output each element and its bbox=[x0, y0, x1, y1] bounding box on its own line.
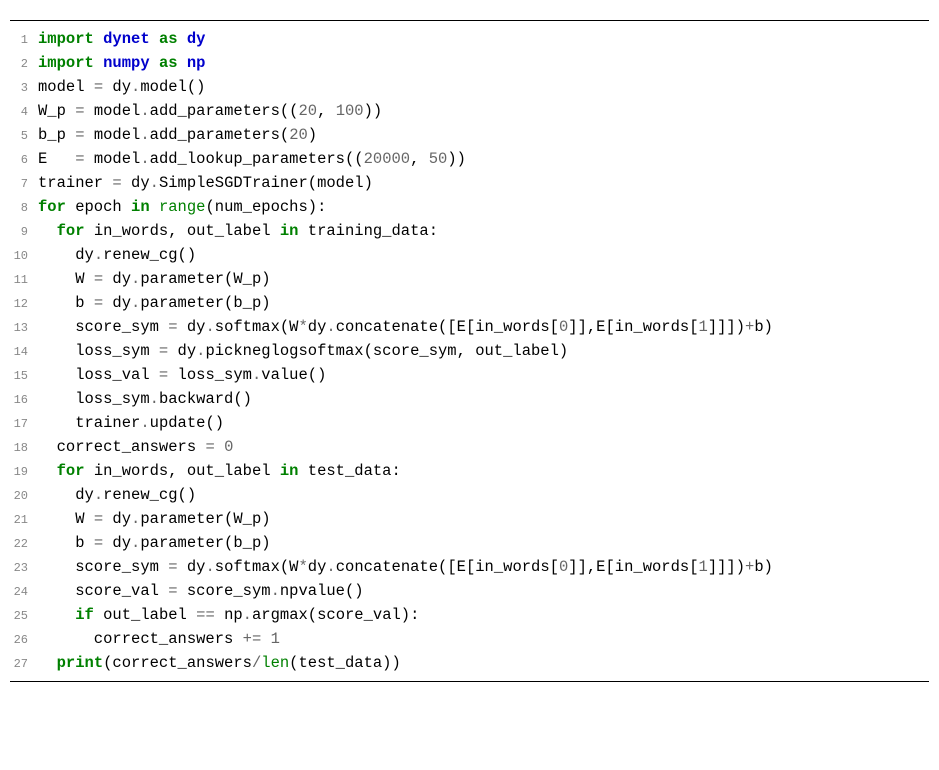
code-content: E = model.add_lookup_parameters((20000, … bbox=[38, 147, 929, 171]
code-line: 4W_p = model.add_parameters((20, 100)) bbox=[10, 99, 929, 123]
line-number: 17 bbox=[10, 415, 38, 434]
line-number: 25 bbox=[10, 607, 38, 626]
code-content: score_sym = dy.softmax(W*dy.concatenate(… bbox=[38, 315, 929, 339]
line-number: 1 bbox=[10, 31, 38, 50]
code-line: 14 loss_sym = dy.pickneglogsoftmax(score… bbox=[10, 339, 929, 363]
code-line: 22 b = dy.parameter(b_p) bbox=[10, 531, 929, 555]
code-line: 21 W = dy.parameter(W_p) bbox=[10, 507, 929, 531]
line-number: 7 bbox=[10, 175, 38, 194]
line-number: 13 bbox=[10, 319, 38, 338]
code-line: 7trainer = dy.SimpleSGDTrainer(model) bbox=[10, 171, 929, 195]
line-number: 8 bbox=[10, 199, 38, 218]
line-number: 27 bbox=[10, 655, 38, 674]
code-content: correct_answers += 1 bbox=[38, 627, 929, 651]
code-line: 24 score_val = score_sym.npvalue() bbox=[10, 579, 929, 603]
code-content: for in_words, out_label in test_data: bbox=[38, 459, 929, 483]
line-number: 26 bbox=[10, 631, 38, 650]
code-content: score_val = score_sym.npvalue() bbox=[38, 579, 929, 603]
code-content: import dynet as dy bbox=[38, 27, 929, 51]
line-number: 23 bbox=[10, 559, 38, 578]
code-content: loss_sym.backward() bbox=[38, 387, 929, 411]
line-number: 18 bbox=[10, 439, 38, 458]
line-number: 10 bbox=[10, 247, 38, 266]
line-number: 2 bbox=[10, 55, 38, 74]
code-line: 10 dy.renew_cg() bbox=[10, 243, 929, 267]
code-line: 26 correct_answers += 1 bbox=[10, 627, 929, 651]
code-line: 5b_p = model.add_parameters(20) bbox=[10, 123, 929, 147]
line-number: 3 bbox=[10, 79, 38, 98]
line-number: 14 bbox=[10, 343, 38, 362]
code-content: W = dy.parameter(W_p) bbox=[38, 267, 929, 291]
code-content: import numpy as np bbox=[38, 51, 929, 75]
code-content: dy.renew_cg() bbox=[38, 243, 929, 267]
code-content: for epoch in range(num_epochs): bbox=[38, 195, 929, 219]
code-line: 27 print(correct_answers/len(test_data)) bbox=[10, 651, 929, 675]
code-line: 16 loss_sym.backward() bbox=[10, 387, 929, 411]
code-content: b_p = model.add_parameters(20) bbox=[38, 123, 929, 147]
line-number: 16 bbox=[10, 391, 38, 410]
code-content: loss_sym = dy.pickneglogsoftmax(score_sy… bbox=[38, 339, 929, 363]
code-line: 20 dy.renew_cg() bbox=[10, 483, 929, 507]
line-number: 15 bbox=[10, 367, 38, 386]
code-content: for in_words, out_label in training_data… bbox=[38, 219, 929, 243]
code-line: 12 b = dy.parameter(b_p) bbox=[10, 291, 929, 315]
line-number: 6 bbox=[10, 151, 38, 170]
line-number: 20 bbox=[10, 487, 38, 506]
line-number: 21 bbox=[10, 511, 38, 530]
code-content: b = dy.parameter(b_p) bbox=[38, 531, 929, 555]
code-content: correct_answers = 0 bbox=[38, 435, 929, 459]
code-content: if out_label == np.argmax(score_val): bbox=[38, 603, 929, 627]
code-line: 1import dynet as dy bbox=[10, 27, 929, 51]
code-line: 19 for in_words, out_label in test_data: bbox=[10, 459, 929, 483]
line-number: 19 bbox=[10, 463, 38, 482]
code-line: 23 score_sym = dy.softmax(W*dy.concatena… bbox=[10, 555, 929, 579]
code-line: 2import numpy as np bbox=[10, 51, 929, 75]
code-content: print(correct_answers/len(test_data)) bbox=[38, 651, 929, 675]
code-content: b = dy.parameter(b_p) bbox=[38, 291, 929, 315]
code-content: trainer.update() bbox=[38, 411, 929, 435]
code-line: 9 for in_words, out_label in training_da… bbox=[10, 219, 929, 243]
code-listing: 1import dynet as dy2import numpy as np3m… bbox=[10, 20, 929, 682]
code-line: 17 trainer.update() bbox=[10, 411, 929, 435]
code-content: dy.renew_cg() bbox=[38, 483, 929, 507]
code-line: 15 loss_val = loss_sym.value() bbox=[10, 363, 929, 387]
code-line: 6E = model.add_lookup_parameters((20000,… bbox=[10, 147, 929, 171]
code-line: 11 W = dy.parameter(W_p) bbox=[10, 267, 929, 291]
line-number: 4 bbox=[10, 103, 38, 122]
line-number: 9 bbox=[10, 223, 38, 242]
code-line: 3model = dy.model() bbox=[10, 75, 929, 99]
code-line: 13 score_sym = dy.softmax(W*dy.concatena… bbox=[10, 315, 929, 339]
code-line: 18 correct_answers = 0 bbox=[10, 435, 929, 459]
line-number: 24 bbox=[10, 583, 38, 602]
line-number: 11 bbox=[10, 271, 38, 290]
code-content: W = dy.parameter(W_p) bbox=[38, 507, 929, 531]
code-content: score_sym = dy.softmax(W*dy.concatenate(… bbox=[38, 555, 929, 579]
code-content: loss_val = loss_sym.value() bbox=[38, 363, 929, 387]
code-line: 25 if out_label == np.argmax(score_val): bbox=[10, 603, 929, 627]
code-content: trainer = dy.SimpleSGDTrainer(model) bbox=[38, 171, 929, 195]
code-content: model = dy.model() bbox=[38, 75, 929, 99]
line-number: 22 bbox=[10, 535, 38, 554]
code-line: 8for epoch in range(num_epochs): bbox=[10, 195, 929, 219]
line-number: 12 bbox=[10, 295, 38, 314]
code-content: W_p = model.add_parameters((20, 100)) bbox=[38, 99, 929, 123]
line-number: 5 bbox=[10, 127, 38, 146]
